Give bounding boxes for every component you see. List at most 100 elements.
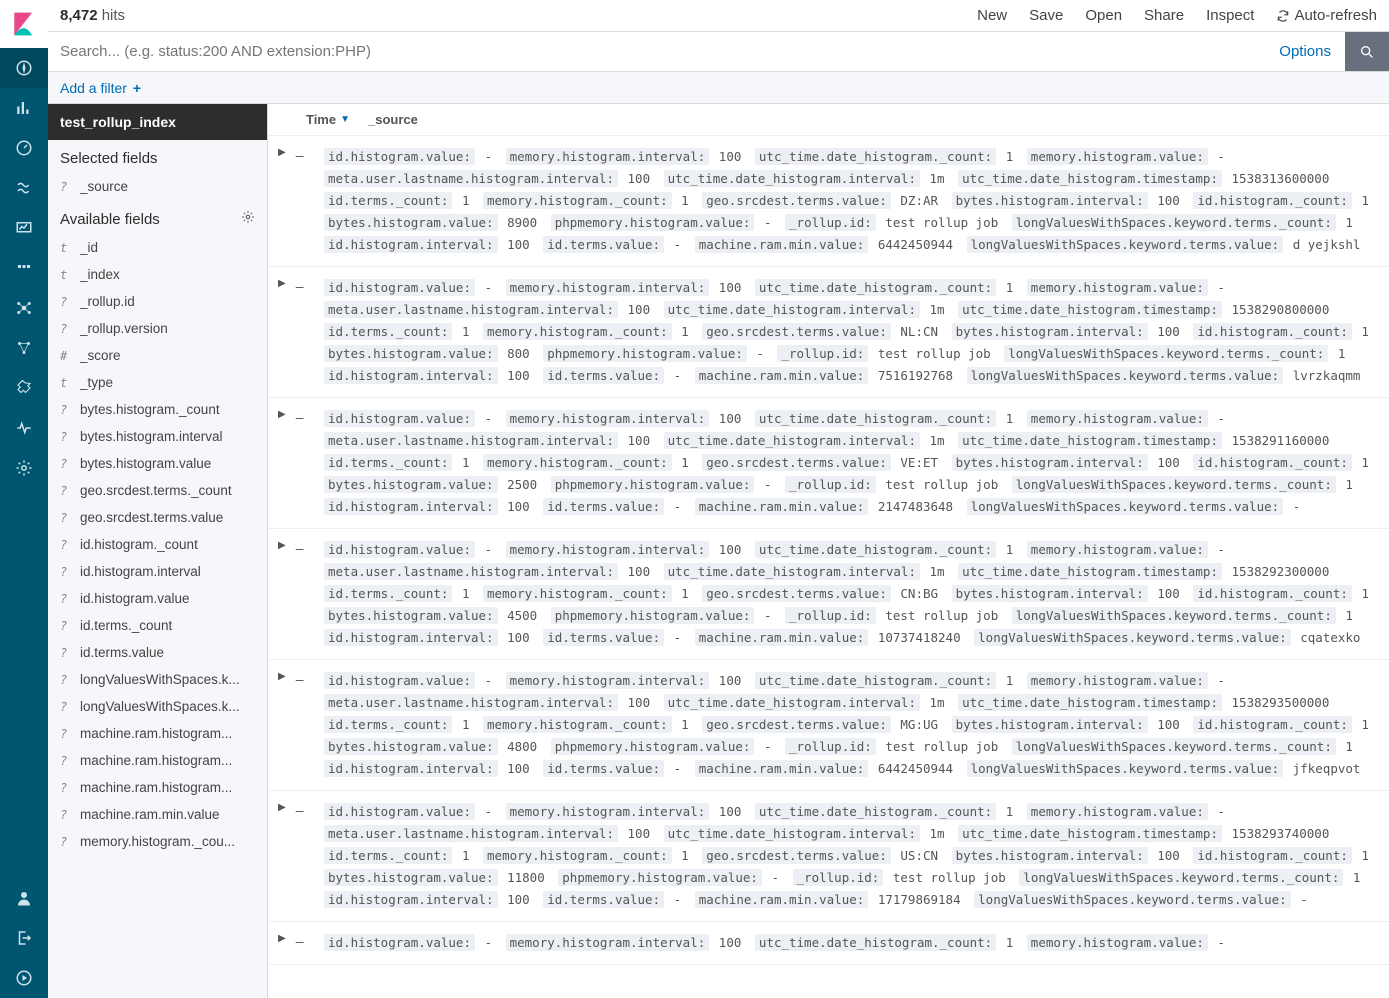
field-machine.ram.histogram...[interactable]: ?machine.ram.histogram... — [48, 720, 267, 747]
doc-source: id.histogram.value: - memory.histogram.i… — [324, 670, 1375, 780]
expand-icon[interactable]: ▶ — [278, 933, 286, 954]
col-source[interactable]: _source — [368, 112, 1389, 127]
field-longValuesWithSpaces.k...[interactable]: ?longValuesWithSpaces.k... — [48, 693, 267, 720]
field-name: _score — [80, 348, 121, 363]
field-id.histogram.value[interactable]: ?id.histogram.value — [48, 585, 267, 612]
field-_id[interactable]: t_id — [48, 234, 267, 261]
expand-icon[interactable]: ▶ — [278, 802, 286, 911]
field-name: _id — [80, 240, 98, 255]
nav-infra[interactable] — [0, 288, 48, 328]
add-filter[interactable]: Add a filter + — [60, 80, 141, 96]
nav-canvas[interactable] — [0, 208, 48, 248]
field-name: _type — [80, 375, 113, 390]
options-link[interactable]: Options — [1265, 32, 1345, 71]
expand-icon[interactable]: ▶ — [278, 147, 286, 256]
field-type-icon: # — [60, 349, 70, 363]
top-save[interactable]: Save — [1029, 7, 1063, 24]
field-machine.ram.min.value[interactable]: ?machine.ram.min.value — [48, 801, 267, 828]
field-id.terms.value[interactable]: ?id.terms.value — [48, 639, 267, 666]
field-type-icon: ? — [60, 754, 70, 768]
expand-icon[interactable]: ▶ — [278, 671, 286, 780]
expand-icon[interactable]: ▶ — [278, 409, 286, 518]
top-share[interactable]: Share — [1144, 7, 1184, 24]
field-geo.srcdest.terms.value[interactable]: ? geo.srcdest.terms.value — [48, 504, 267, 531]
field-name: _index — [80, 267, 120, 282]
toggle-icon[interactable]: – — [296, 540, 304, 649]
field-type-icon: t — [60, 376, 70, 390]
auto-refresh[interactable]: Auto-refresh — [1276, 7, 1377, 24]
field-name: id.histogram.interval — [80, 564, 201, 579]
nav-timelion[interactable] — [0, 168, 48, 208]
top-open[interactable]: Open — [1085, 7, 1122, 24]
doc-row: ▶– id.histogram.value: - memory.histogra… — [268, 529, 1389, 660]
field-_rollup.id[interactable]: ?_rollup.id — [48, 288, 267, 315]
field-id.histogram.interval[interactable]: ?id.histogram.interval — [48, 558, 267, 585]
field-name: _rollup.id — [80, 294, 135, 309]
toggle-icon[interactable]: – — [296, 278, 304, 387]
field-bytes.histogram.value[interactable]: ? bytes.histogram.value — [48, 450, 267, 477]
top-new[interactable]: New — [977, 7, 1007, 24]
field-longValuesWithSpaces.k...[interactable]: ?longValuesWithSpaces.k... — [48, 666, 267, 693]
field-type-icon: ? — [60, 403, 70, 417]
search-row: Options — [48, 32, 1389, 72]
top-inspect[interactable]: Inspect — [1206, 7, 1254, 24]
available-fields-header: Available fields — [48, 200, 267, 234]
field-_source[interactable]: ?_source — [48, 173, 267, 200]
field-name: id.terms.value — [80, 645, 164, 660]
field-geo.srcdest.terms._count[interactable]: ?geo.srcdest.terms._count — [48, 477, 267, 504]
hits-count: 8,472 hits — [60, 7, 125, 24]
results-panel: Time▼ _source ▶– id.histogram.value: - m… — [268, 104, 1389, 998]
index-pattern-title[interactable]: test_rollup_index — [48, 104, 267, 140]
search-input[interactable] — [48, 32, 1265, 71]
field-bytes.histogram._count[interactable]: ? bytes.histogram._count — [48, 396, 267, 423]
field-_index[interactable]: t_index — [48, 261, 267, 288]
nav-collapse[interactable] — [0, 958, 48, 998]
filter-row: Add a filter + — [48, 72, 1389, 104]
toggle-icon[interactable]: – — [296, 409, 304, 518]
nav-visualize[interactable] — [0, 88, 48, 128]
field-name: longValuesWithSpaces.k... — [80, 672, 240, 687]
field-_type[interactable]: t _type — [48, 369, 267, 396]
field-type-icon: ? — [60, 511, 70, 525]
nav-dashboard[interactable] — [0, 128, 48, 168]
field-name: bytes.histogram._count — [80, 402, 220, 417]
field-id.histogram._count[interactable]: ?id.histogram._count — [48, 531, 267, 558]
field-type-icon: ? — [60, 484, 70, 498]
toggle-icon[interactable]: – — [296, 147, 304, 256]
field-type-icon: ? — [60, 322, 70, 336]
expand-icon[interactable]: ▶ — [278, 278, 286, 387]
field-_rollup.version[interactable]: ?_rollup.version — [48, 315, 267, 342]
results-header: Time▼ _source — [268, 104, 1389, 136]
field-bytes.histogram.interval[interactable]: ?bytes.histogram.interval — [48, 423, 267, 450]
nav-graph[interactable] — [0, 328, 48, 368]
field-id.terms._count[interactable]: ?id.terms._count — [48, 612, 267, 639]
field-machine.ram.histogram...[interactable]: ?machine.ram.histogram... — [48, 774, 267, 801]
kibana-logo[interactable] — [0, 0, 48, 48]
nav-logout[interactable] — [0, 918, 48, 958]
sort-desc-icon: ▼ — [340, 114, 350, 125]
field-_score[interactable]: # _score — [48, 342, 267, 369]
nav-account[interactable] — [0, 878, 48, 918]
field-memory.histogram._cou...[interactable]: ?memory.histogram._cou... — [48, 828, 267, 855]
field-name: machine.ram.histogram... — [80, 753, 232, 768]
nav-ml[interactable] — [0, 248, 48, 288]
field-name: memory.histogram._cou... — [80, 834, 235, 849]
expand-icon[interactable]: ▶ — [278, 540, 286, 649]
nav-discover[interactable] — [0, 48, 48, 88]
field-name: id.histogram.value — [80, 591, 190, 606]
nav-management[interactable] — [0, 448, 48, 488]
doc-source: id.histogram.value: - memory.histogram.i… — [324, 801, 1375, 911]
col-time[interactable]: Time▼ — [308, 112, 368, 127]
search-button[interactable] — [1345, 32, 1389, 71]
field-name: bytes.histogram.value — [80, 456, 211, 471]
toggle-icon[interactable]: – — [296, 671, 304, 780]
field-name: geo.srcdest.terms.value — [80, 510, 223, 525]
gear-icon[interactable] — [241, 210, 255, 228]
toggle-icon[interactable]: – — [296, 802, 304, 911]
field-name: machine.ram.histogram... — [80, 780, 232, 795]
nav-devtools[interactable] — [0, 368, 48, 408]
field-machine.ram.histogram...[interactable]: ? machine.ram.histogram... — [48, 747, 267, 774]
field-type-icon: ? — [60, 457, 70, 471]
nav-monitoring[interactable] — [0, 408, 48, 448]
toggle-icon[interactable]: – — [296, 933, 304, 954]
